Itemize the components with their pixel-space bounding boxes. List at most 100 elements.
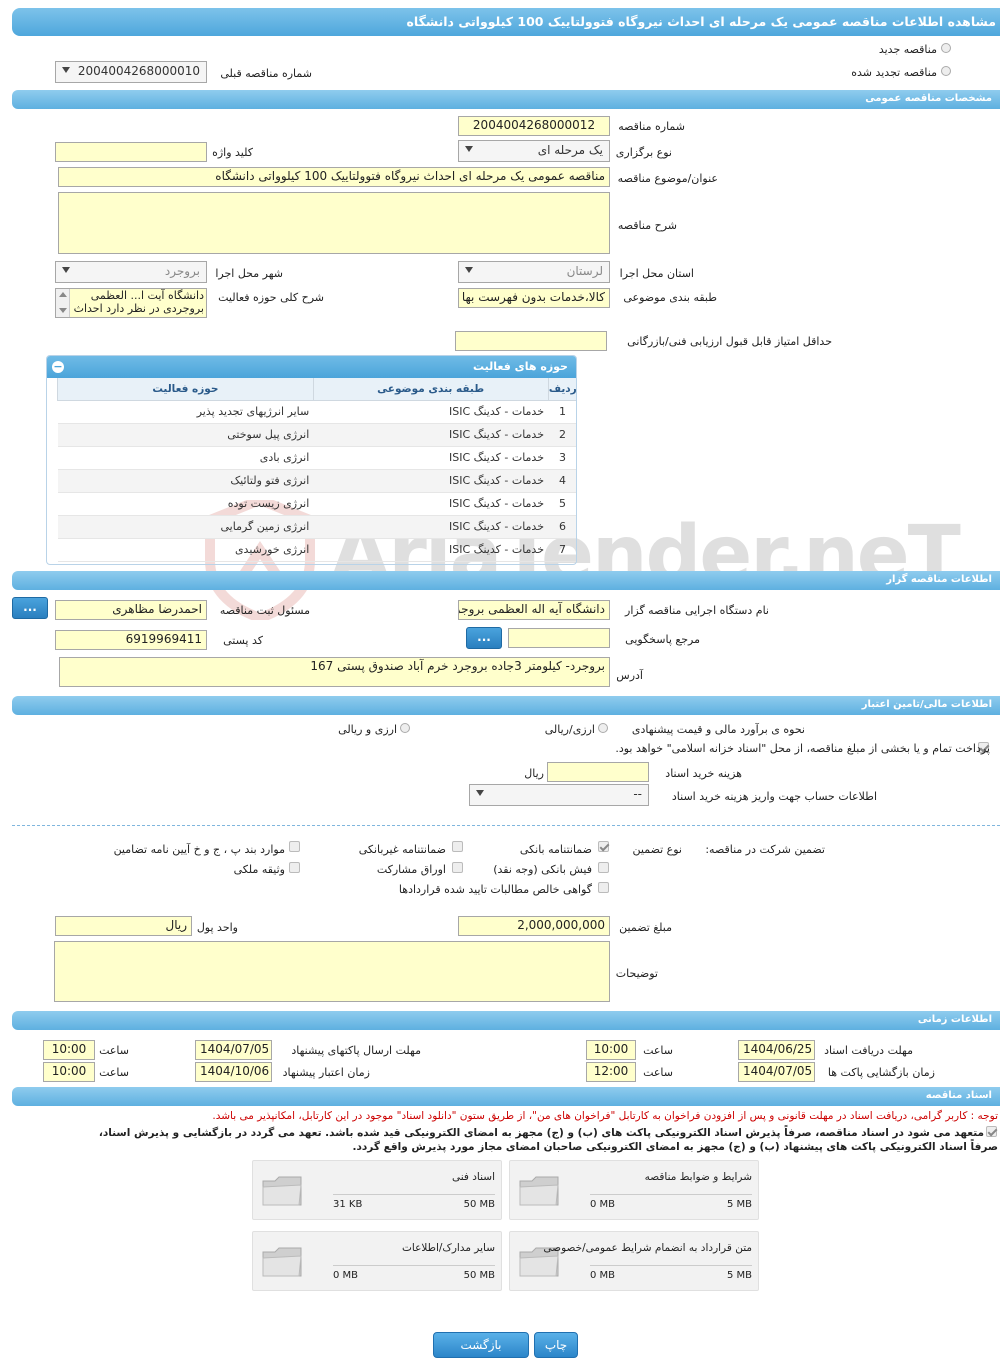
amount-field: 2,000,000,000 xyxy=(458,916,610,936)
doc-file-box[interactable]: متن قرارداد به انضمام شرایط عمومی/خصوصی 5… xyxy=(509,1231,759,1291)
back-button[interactable]: بازگشت xyxy=(433,1332,529,1358)
type-select[interactable]: یک مرحله ای xyxy=(458,140,610,162)
send-deadline-label: مهلت ارسال پاکتهای پیشنهاد xyxy=(291,1044,421,1057)
table-row: 7 خدمات - کدینگ ISIC انرژی خورشیدی xyxy=(57,538,576,562)
page-title: مشاهده اطلاعات مناقصه عمومی یک مرحله ای … xyxy=(12,8,1000,36)
notes-label: توضیحات xyxy=(615,967,658,980)
activities-title: حوزه های فعالیت xyxy=(473,360,568,373)
city-select[interactable]: بروجرد xyxy=(55,261,207,283)
address-label: آدرس xyxy=(616,669,643,682)
org-label: نام دستگاه اجرایی مناقصه گزار xyxy=(625,604,769,617)
doc-file-box[interactable]: سایر مدارک/اطلاعات 50 MB 0 MB xyxy=(252,1231,502,1291)
cell-field: انرژی زمین گرمایی xyxy=(57,515,314,539)
currency-label: واحد پول xyxy=(196,921,238,934)
scrollbar[interactable] xyxy=(56,289,70,317)
category-label: طبقه بندی موضوعی xyxy=(623,291,717,304)
doc-file-title: شرایط و ضوابط مناقصه xyxy=(644,1171,752,1183)
nonbank-guarantee-checkbox[interactable] xyxy=(452,841,463,852)
fx-rial-radio[interactable] xyxy=(598,723,608,733)
keyword-field xyxy=(55,142,207,162)
subject-label: عنوان/موضوع مناقصه xyxy=(617,172,718,185)
ref-field xyxy=(508,628,610,648)
bank-guarantee-label: ضمانتنامه بانکی xyxy=(519,843,592,856)
bank-receipt-label: فیش بانکی (وجه نقد) xyxy=(493,863,592,876)
cell-field: انرژی خورشیدی xyxy=(57,538,314,562)
doc-file-box[interactable]: اسناد فنی 50 MB 31 KB xyxy=(252,1160,502,1220)
prev-number-select[interactable]: 2004004268000010 xyxy=(55,61,207,83)
timing-section-header: اطلاعات زمانی xyxy=(12,1011,1000,1030)
cell-row: 6 xyxy=(548,515,576,539)
renewed-tender-radio[interactable] xyxy=(941,66,951,76)
table-row: 6 خدمات - کدینگ ISIC انرژی زمین گرمایی xyxy=(57,515,576,539)
cell-field: انرژی فتو ولتائیک xyxy=(57,469,314,493)
cell-category: خدمات - کدینگ ISIC xyxy=(313,538,549,562)
doc-cost-unit: ریال xyxy=(524,767,544,780)
property-label: وثیقه ملکی xyxy=(233,863,285,876)
bank-guarantee-checkbox[interactable] xyxy=(598,841,609,852)
folder-icon xyxy=(262,1247,302,1277)
ref-more-button[interactable]: ... xyxy=(466,627,502,649)
finance-section-header: اطلاعات مالی/تامین اعتبار xyxy=(12,696,1000,715)
claims-label: گواهی خالص مطالبات تایید شده قراردادها xyxy=(398,883,592,896)
clauses-checkbox[interactable] xyxy=(289,841,300,852)
collapse-icon[interactable]: − xyxy=(52,361,64,373)
nonbank-guarantee-label: ضمانتنامه غیربانکی xyxy=(358,843,446,856)
fx-and-rial-label: ارزی و ریالی xyxy=(338,723,397,736)
opening-time-label: ساعت xyxy=(643,1066,673,1079)
scroll-up-icon xyxy=(59,292,67,297)
chevron-down-icon xyxy=(465,267,473,273)
table-row: 4 خدمات - کدینگ ISIC انرژی فتو ولتائیک xyxy=(57,469,576,493)
doc-file-size: 0 MB xyxy=(590,1199,616,1210)
province-select[interactable]: لرستان xyxy=(458,261,610,283)
activity-desc-field[interactable]: دانشگاه آیت ا... العظمی بروجردی در نظر د… xyxy=(55,288,207,318)
table-row: 5 خدمات - کدینگ ISIC انرژی زیست توده xyxy=(57,492,576,516)
opening-date: 1404/07/05 xyxy=(738,1062,815,1082)
fx-and-rial-radio[interactable] xyxy=(400,723,410,733)
doc-deadline-time: 10:00 xyxy=(586,1040,636,1060)
doc-file-max: 50 MB xyxy=(463,1270,495,1281)
print-button[interactable]: چاپ xyxy=(534,1332,578,1358)
claims-checkbox[interactable] xyxy=(598,882,609,893)
cell-row: 5 xyxy=(548,492,576,516)
clauses-label: موارد بند پ ، ج و خ آیین نامه تضامین xyxy=(113,843,285,856)
col-category: طبقه بندی موضوعی xyxy=(312,378,549,401)
table-row: 3 خدمات - کدینگ ISIC انرژی بادی xyxy=(57,446,576,470)
account-label: اطلاعات حساب جهت واریز هزینه خرید اسناد xyxy=(671,790,877,803)
validity-time-label: ساعت xyxy=(99,1066,129,1079)
cell-field: انرژی بادی xyxy=(57,446,314,470)
table-row: 2 خدمات - کدینگ ISIC انرژی پیل سوختی xyxy=(57,423,576,447)
min-score-field xyxy=(455,331,607,351)
scroll-down-icon xyxy=(59,308,67,313)
divider xyxy=(12,825,1000,826)
officer-more-button[interactable]: ... xyxy=(12,597,48,619)
cell-category: خدمات - کدینگ ISIC xyxy=(313,400,549,424)
bonds-checkbox[interactable] xyxy=(452,862,463,873)
folder-icon xyxy=(519,1176,559,1206)
progress-track xyxy=(590,1265,752,1266)
send-deadline-time-label: ساعت xyxy=(99,1044,129,1057)
officer-field: احمدرضا مظاهری xyxy=(55,600,207,620)
address-field: بروجرد- کیلومتر 3جاده بروجرد خرم آباد صن… xyxy=(59,657,610,687)
doc-file-title: متن قرارداد به انضمام شرایط عمومی/خصوصی xyxy=(543,1242,752,1254)
doc-file-box[interactable]: شرایط و ضوابط مناقصه 5 MB 0 MB xyxy=(509,1160,759,1220)
min-score-label: حداقل امتیاز قابل قبول ارزیابی فنی/بازرگ… xyxy=(627,335,832,348)
new-tender-label: مناقصه جدید xyxy=(878,43,937,56)
city-label: شهر محل اجرا xyxy=(215,267,283,280)
bank-receipt-checkbox[interactable] xyxy=(598,862,609,873)
fx-rial-label: ارزی/ریالی xyxy=(544,723,595,736)
chevron-down-icon xyxy=(62,67,70,73)
doc-deadline-label: مهلت دریافت اسناد xyxy=(824,1044,913,1057)
officer-label: مسئول ثبت مناقصه xyxy=(219,604,310,617)
commit-checkbox[interactable] xyxy=(986,1126,997,1137)
validity-label: زمان اعتبار پیشنهاد xyxy=(282,1066,370,1079)
cell-category: خدمات - کدینگ ISIC xyxy=(313,469,549,493)
cell-field: انرژی پیل سوختی xyxy=(57,423,314,447)
new-tender-radio[interactable] xyxy=(941,43,951,53)
doc-file-title: سایر مدارک/اطلاعات xyxy=(402,1242,495,1254)
property-checkbox[interactable] xyxy=(289,862,300,873)
chevron-down-icon xyxy=(465,146,473,152)
cell-row: 7 xyxy=(548,538,576,562)
tender-number-field: 2004004268000012 xyxy=(458,116,610,136)
table-row: 1 خدمات - کدینگ ISIC سایر انرژیهای تجدید پ… xyxy=(57,400,576,424)
account-select[interactable]: -- xyxy=(469,784,649,806)
